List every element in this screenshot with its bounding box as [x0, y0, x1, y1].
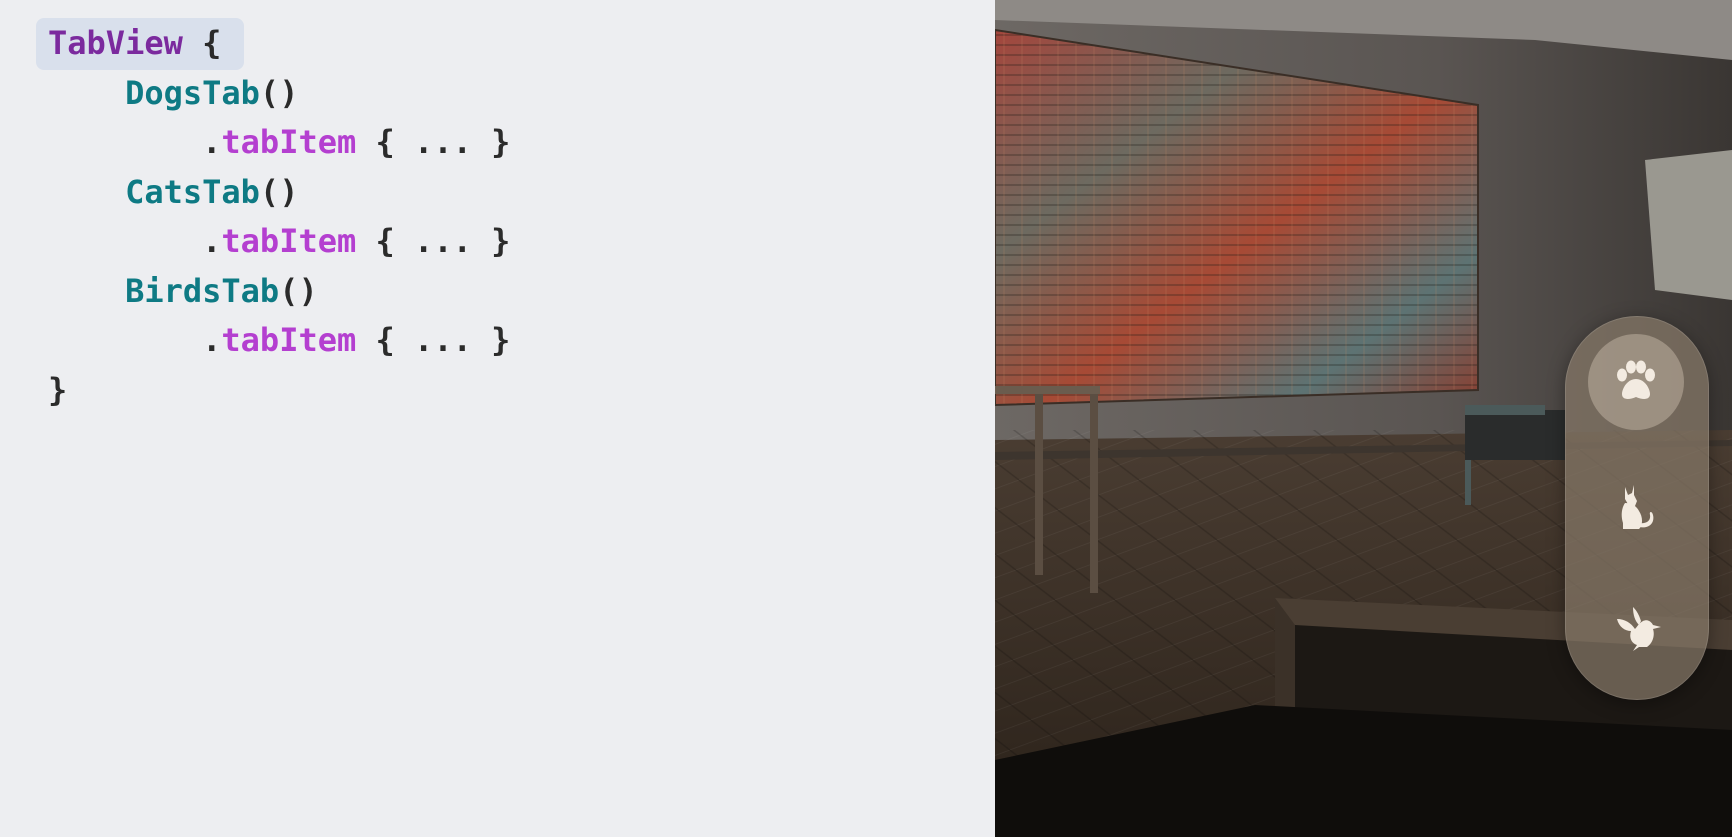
- code-token: .: [48, 321, 222, 359]
- code-token: BirdsTab: [125, 271, 280, 310]
- code-token: { ... }: [356, 321, 511, 359]
- code-line: BirdsTab(): [48, 267, 318, 315]
- code-token: tabItem: [221, 123, 357, 161]
- tab-birds[interactable]: [1588, 578, 1684, 674]
- code-line: TabView {: [48, 19, 221, 67]
- code-token: (): [259, 172, 299, 211]
- tab-dogs[interactable]: [1588, 334, 1684, 430]
- code-token: }: [48, 370, 68, 409]
- paw-icon: [1617, 360, 1655, 399]
- code-token: .: [48, 222, 222, 260]
- code-token: .: [48, 123, 222, 161]
- code-line: .tabItem { ... }: [48, 217, 510, 265]
- code-line: .tabItem { ... }: [48, 316, 510, 364]
- code-token: (): [259, 73, 299, 112]
- code-editor-panel: TabView { DogsTab() .tabItem { ... } Cat…: [0, 0, 995, 837]
- code-token: tabItem: [221, 222, 357, 260]
- code-token: DogsTab: [125, 73, 260, 112]
- code-line: CatsTab(): [48, 168, 298, 216]
- tab-cats[interactable]: [1588, 460, 1684, 556]
- code-token: { ... }: [356, 123, 511, 161]
- code-line: .tabItem { ... }: [48, 118, 510, 166]
- code-token: CatsTab: [125, 172, 260, 211]
- bird-icon: [1617, 607, 1661, 651]
- code-token: {: [182, 24, 222, 62]
- code-token: tabItem: [221, 321, 357, 359]
- code-token: (): [279, 271, 318, 310]
- code-token: TabView: [48, 24, 183, 62]
- cat-icon: [1621, 485, 1654, 529]
- code-line: }: [48, 366, 67, 414]
- code-line: DogsTab(): [48, 69, 298, 117]
- code-token: { ... }: [356, 222, 511, 260]
- tab-bar-ornament: [1565, 316, 1709, 700]
